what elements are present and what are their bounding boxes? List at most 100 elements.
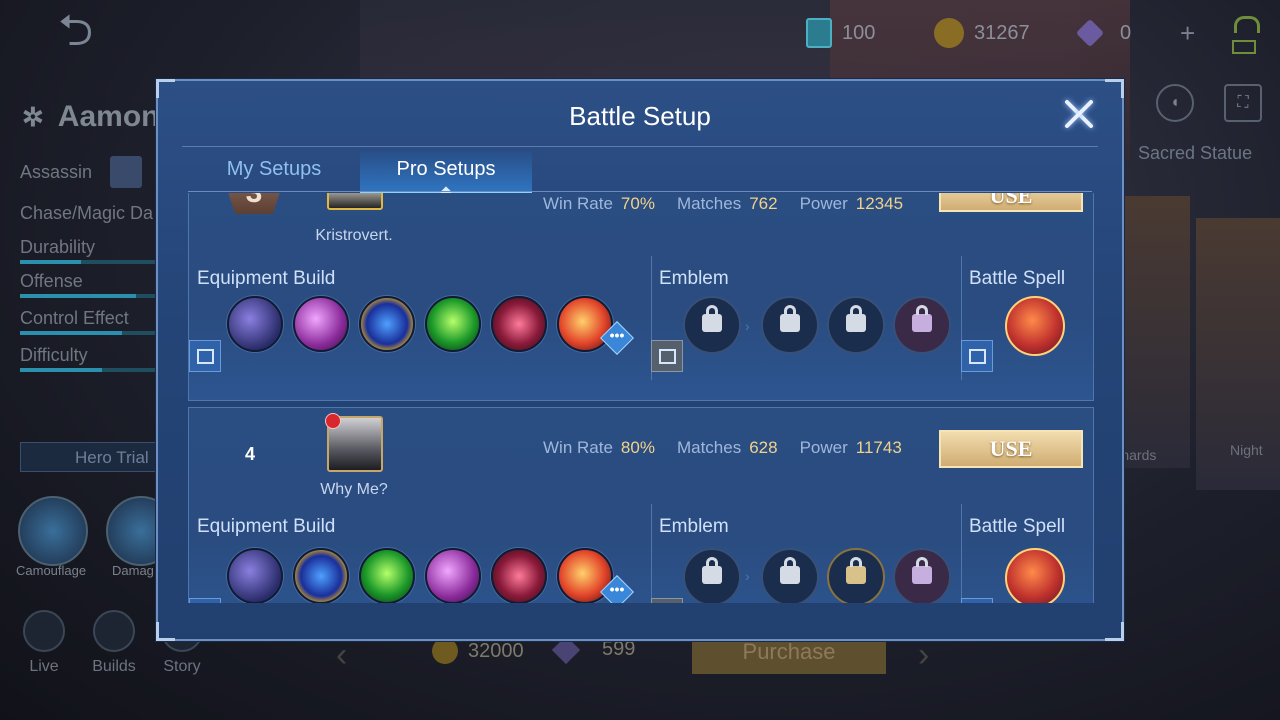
live-icon xyxy=(23,610,65,652)
emblem-lock-gold-icon[interactable] xyxy=(827,548,885,603)
hero-trial-button[interactable]: Hero Trial xyxy=(20,442,170,472)
emblem-lock-icon[interactable] xyxy=(893,296,951,354)
ticket-currency: 100 xyxy=(806,18,875,48)
attr-difficulty-bar xyxy=(20,368,156,372)
emblem-lock-icon[interactable] xyxy=(761,548,819,603)
tabs-divider xyxy=(188,191,1092,192)
battle-spell-icon[interactable] xyxy=(1005,296,1065,356)
attr-durability-label: Durability xyxy=(20,237,96,257)
win-rate-value: 70% xyxy=(620,194,655,213)
corner-ornament xyxy=(156,79,175,98)
use-button[interactable]: USE xyxy=(939,430,1083,468)
equipment-build-label: Equipment Build xyxy=(197,268,336,289)
nav-live[interactable]: Live xyxy=(22,610,66,676)
battle-spell-label: Battle Spell xyxy=(969,268,1066,289)
emblem-label: Emblem xyxy=(659,516,729,537)
setup-list[interactable]: 3 Kristrovert. Win Rate 70% Matches 762 … xyxy=(188,193,1094,603)
price-diamond-value: 599 xyxy=(602,638,636,660)
price-gold: 32000 xyxy=(432,638,524,664)
more-items-icon[interactable]: ••• xyxy=(600,321,634,355)
copy-icon[interactable] xyxy=(961,598,993,603)
back-arrow-icon[interactable]: ⮌ xyxy=(58,9,134,53)
attr-control-label: Control Effect xyxy=(20,308,129,328)
fullscreen-icon[interactable]: ⛶ xyxy=(1224,84,1262,122)
battle-spell-icon[interactable] xyxy=(1005,548,1065,603)
ticket-count: 100 xyxy=(842,21,876,44)
attr-offense-label: Offense xyxy=(20,271,83,291)
copy-icon[interactable] xyxy=(189,598,221,603)
player-avatar[interactable] xyxy=(327,193,383,210)
copy-icon[interactable] xyxy=(189,340,221,372)
corner-ornament xyxy=(1105,79,1124,98)
skill-label: Camouflage xyxy=(16,563,87,578)
dagger-item-icon[interactable] xyxy=(491,296,547,352)
copy-icon[interactable] xyxy=(961,340,993,372)
lock-icon xyxy=(780,557,800,584)
tab-my-setups[interactable]: My Setups xyxy=(188,151,360,191)
orb-item-icon[interactable] xyxy=(293,548,349,603)
green-crystal-item-icon[interactable] xyxy=(359,548,415,603)
corner-ornament xyxy=(1105,622,1124,641)
assassin-role-icon xyxy=(110,156,142,188)
dagger-item-icon[interactable] xyxy=(491,548,547,603)
audio-icon[interactable]: ◖ xyxy=(1156,84,1194,122)
lock-icon xyxy=(702,305,722,332)
skin-card[interactable] xyxy=(1124,196,1190,468)
copy-icon[interactable] xyxy=(651,598,683,603)
prev-arrow-icon[interactable]: ‹ xyxy=(336,636,347,675)
boots-item-icon[interactable] xyxy=(227,548,283,603)
win-rate-label: Win Rate xyxy=(543,438,613,457)
nav-label: Builds xyxy=(92,658,136,675)
rank-badge: 3 xyxy=(227,193,281,214)
matches-label: Matches xyxy=(676,194,742,213)
skin-label: Night xyxy=(1230,442,1263,458)
gold-coin-icon xyxy=(432,638,458,664)
tab-pro-setups[interactable]: Pro Setups xyxy=(360,151,532,193)
emblem-lock-icon[interactable] xyxy=(683,296,741,354)
nav-builds[interactable]: Builds xyxy=(92,610,136,676)
player-name: Kristrovert. xyxy=(315,227,393,244)
feather-item-icon[interactable] xyxy=(293,296,349,352)
emblem-lock-icon[interactable] xyxy=(827,296,885,354)
price-gold-value: 32000 xyxy=(468,639,524,662)
next-arrow-icon[interactable]: › xyxy=(918,636,929,675)
matches-value: 762 xyxy=(749,194,778,213)
ticket-icon xyxy=(806,18,832,48)
attr-offense-bar xyxy=(20,294,156,298)
sacred-statue-tab[interactable]: Sacred Statue xyxy=(1138,143,1252,164)
feather-item-icon[interactable] xyxy=(425,548,481,603)
flame-item-icon[interactable] xyxy=(557,296,613,352)
boots-item-icon[interactable] xyxy=(227,296,283,352)
rank-number: 4 xyxy=(245,444,256,464)
equipment-build-label: Equipment Build xyxy=(197,516,336,537)
green-crystal-item-icon[interactable] xyxy=(425,296,481,352)
emblem-lock-icon[interactable] xyxy=(893,548,951,603)
matches-value: 628 xyxy=(749,438,778,457)
power-label: Power xyxy=(799,194,848,213)
emblem-lock-icon[interactable] xyxy=(761,296,819,354)
player-name: Why Me? xyxy=(320,481,388,498)
builds-icon xyxy=(93,610,135,652)
add-diamonds-button[interactable]: + xyxy=(1180,18,1195,49)
title-divider xyxy=(182,146,1098,147)
lock-icon xyxy=(846,305,866,332)
attr-durability-bar xyxy=(20,260,156,264)
emblem-label: Emblem xyxy=(659,268,729,289)
gold-coin-icon xyxy=(934,18,964,48)
gold-count: 31267 xyxy=(974,21,1030,44)
emblem-lock-icon[interactable] xyxy=(683,548,741,603)
skill-label: Damag xyxy=(112,563,154,578)
corner-ornament xyxy=(156,622,175,641)
flag-icon xyxy=(325,413,341,429)
copy-icon[interactable] xyxy=(651,340,683,372)
use-button[interactable]: USE xyxy=(939,193,1083,212)
hero-name-text: Aamon xyxy=(57,100,160,133)
gold-currency: 31267 xyxy=(934,18,1030,48)
camouflage-skill-icon[interactable] xyxy=(18,496,88,566)
setup-stats: Win Rate 70% Matches 762 Power 12345 xyxy=(543,194,925,214)
lock-icon xyxy=(702,557,722,584)
close-icon[interactable] xyxy=(1062,97,1096,131)
hero-specialty: Chase/Magic Da xyxy=(20,203,154,223)
orb-item-icon[interactable] xyxy=(359,296,415,352)
diamond-icon xyxy=(1075,18,1105,48)
